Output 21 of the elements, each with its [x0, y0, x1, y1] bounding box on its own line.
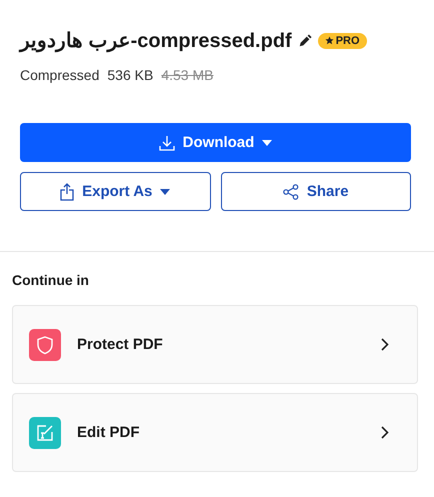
share-icon	[282, 184, 299, 200]
share-button[interactable]: Share	[220, 172, 411, 211]
tool-card[interactable]: Edit PDF	[12, 393, 418, 472]
chevron-right-icon	[381, 338, 389, 351]
tool-label: Edit PDF	[77, 424, 140, 441]
caret-icon	[262, 140, 272, 146]
download-icon	[158, 134, 175, 150]
export-as-button[interactable]: Export As	[20, 172, 210, 211]
caret-icon	[160, 188, 170, 194]
download-button[interactable]: Download	[20, 123, 411, 162]
section-heading: Continue in	[12, 272, 90, 288]
new-size: 536 KB	[107, 67, 154, 83]
file-name: عرب هاردویر-compressed.pdf	[20, 29, 292, 53]
pencil-icon[interactable]	[298, 34, 312, 48]
upload-icon	[60, 182, 74, 200]
tool-label: Protect PDF	[77, 336, 164, 353]
status-text: Compressed	[20, 67, 100, 83]
tool-card[interactable]: Protect PDF	[12, 305, 418, 384]
pro-badge: PRO	[318, 32, 367, 48]
original-size: 4.53 MB	[161, 67, 214, 83]
chevron-right-icon	[381, 426, 389, 439]
